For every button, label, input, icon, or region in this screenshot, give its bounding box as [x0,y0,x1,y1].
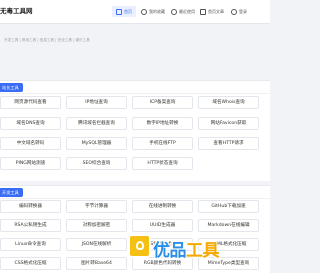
watermark-text: 优品工具 [153,236,220,261]
tool-button[interactable]: 编码转换器 [0,200,61,213]
nav-favorites-label: 我的收藏 [149,9,165,14]
watermark-logo-icon [128,234,151,258]
tool-button[interactable]: HTTP状态查询 [132,157,193,170]
nav-home[interactable]: 首页 [112,6,136,17]
tool-button[interactable]: IP地址查询 [66,96,127,109]
category-breadcrumb[interactable]: 开发工具 | 常用工具 | 信息工具 | 安全工具 | 娱乐工具 [4,38,90,43]
tool-button[interactable]: 中文域名转码 [0,137,61,150]
tool-button[interactable]: 手机在线FTP [132,137,193,150]
nav-login[interactable]: 登录 [227,6,251,17]
watermark-text-part1: 优品 [153,241,187,261]
nav-login-label: 登录 [239,9,247,14]
site-logo-title[interactable]: 无毒工具网 [0,5,52,15]
top-navigation-bar: 无毒工具网 首页 我的收藏 最近使用 首页文章 登录 [0,0,270,24]
tool-button[interactable]: SEO综合查询 [66,157,127,170]
tool-button[interactable]: Linux命令查询 [0,238,61,251]
tool-button[interactable]: 在线进制转换 [132,200,193,213]
tool-button[interactable]: 对称加密解密 [66,219,127,232]
section-title: 开发工具 [0,188,23,197]
heart-icon [141,8,147,15]
nav-recent-label: 最近使用 [179,9,195,14]
tool-button[interactable]: ICP备案查询 [132,96,193,109]
tool-button[interactable]: CSS格式化压缩 [0,257,61,270]
tool-button[interactable]: 网页源代码查看 [0,96,61,109]
nav-recent[interactable]: 最近使用 [167,6,199,17]
doc-icon [200,8,206,15]
tool-button[interactable]: 查看HTTP请求 [198,137,259,150]
tool-button[interactable]: 腾讯域名拦截查询 [66,117,127,130]
tool-button[interactable]: 网站Favicon获取 [198,117,259,130]
tool-button[interactable]: 数字IP地址转换 [132,117,193,130]
tool-button[interactable]: 字节计算器 [66,200,127,213]
nav-home-label: 首页 [124,9,132,14]
tool-button[interactable]: RSA公私钥生成 [0,219,61,232]
nav-favorites[interactable]: 我的收藏 [137,6,169,17]
tool-button[interactable]: GitHub下载加速 [198,200,259,213]
tool-button[interactable]: MySQL管理器 [66,137,127,150]
user-icon [231,8,237,15]
section-title: 站长工具 [0,83,23,92]
tool-button[interactable]: 域名Whois查询 [198,96,259,109]
home-icon [116,8,122,15]
tool-button[interactable]: Markdown在线编辑 [198,219,259,232]
nav-articles-label: 首页文章 [208,9,224,14]
nav-articles[interactable]: 首页文章 [196,6,228,17]
tool-button[interactable]: PING网站测速 [0,157,61,170]
section-header: 站长工具 [0,81,270,94]
tool-button[interactable]: 图片转Base64 [66,257,127,270]
tool-button[interactable]: 域名DNS查询 [0,117,61,130]
section-header: 开发工具 [0,186,270,199]
tool-button[interactable]: JSON在线解析 [66,238,127,251]
tool-button[interactable]: UUID生成器 [132,219,193,232]
watermark-text-part2: 工具 [186,241,220,261]
clock-icon [171,8,177,15]
